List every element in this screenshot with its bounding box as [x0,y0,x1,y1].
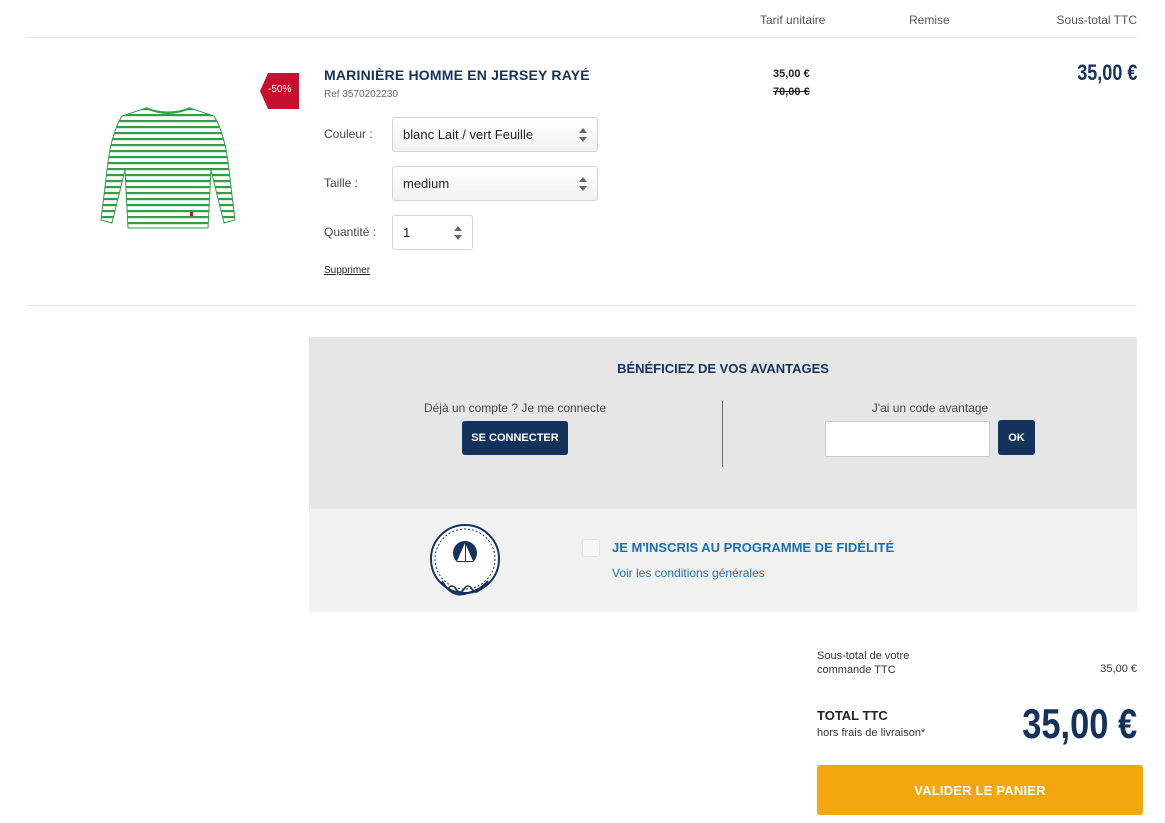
promo-code-input[interactable] [825,421,990,457]
subtotal-value: 35,00 € [1100,663,1137,675]
column-header-unit-price: Tarif unitaire [760,13,826,27]
loyalty-checkbox[interactable] [582,539,600,557]
promo-badge-label: -50% [268,84,292,95]
color-select[interactable]: blanc Lait / vert Feuille [392,117,598,152]
size-select[interactable]: medium [392,166,598,201]
total-shipping-note: hors frais de livraison* [817,727,926,739]
product-title[interactable]: MARINIÈRE HOMME EN JERSEY RAYÉ [324,67,590,83]
total-label: TOTAL TTC [817,708,888,723]
unit-price-current: 35,00 € [773,68,810,80]
size-label: Taille : [324,176,359,190]
color-select-value: blanc Lait / vert Feuille [403,127,534,142]
login-button[interactable]: SE CONNECTER [462,421,568,455]
product-divider [26,305,1137,306]
line-subtotal: 35,00 € [1076,60,1137,85]
select-arrows-icon [579,176,588,192]
size-select-value: medium [403,176,450,191]
stepper-arrows-icon[interactable] [454,225,463,241]
advantages-divider [722,401,723,467]
quantity-value: 1 [403,225,411,240]
promo-code-submit-button[interactable]: OK [998,420,1035,455]
advantages-title: BÉNÉFICIEZ DE VOS AVANTAGES [617,361,829,376]
column-header-subtotal: Sous-total TTC [1056,13,1137,27]
quantity-label: Quantité : [324,225,377,239]
unit-price-original: 70,00 € [773,86,810,98]
subtotal-label: Sous-total de votre commande TTC [817,650,910,676]
promo-code-prompt: J'ai un code avantage [871,401,989,415]
column-header-discount: Remise [909,13,950,27]
color-label: Couleur : [324,127,373,141]
delete-link[interactable]: Supprimer [324,265,370,276]
product-ref: Ref 3570202230 [324,89,398,100]
quantity-stepper[interactable]: 1 [392,215,473,250]
petit-bateau-et-moi-logo [430,524,500,596]
total-value: 35,00 € [1022,700,1137,747]
login-prompt: Déjà un compte ? Je me connecte [423,401,607,415]
loyalty-signup-label[interactable]: JE M'INSCRIS AU PROGRAMME DE FIDÉLITÉ [612,540,894,555]
select-arrows-icon [579,127,588,143]
product-image[interactable] [96,102,240,230]
validate-cart-button[interactable]: VALIDER LE PANIER [817,765,1143,815]
header-divider [26,37,1137,38]
terms-link[interactable]: Voir les conditions générales [612,566,765,580]
